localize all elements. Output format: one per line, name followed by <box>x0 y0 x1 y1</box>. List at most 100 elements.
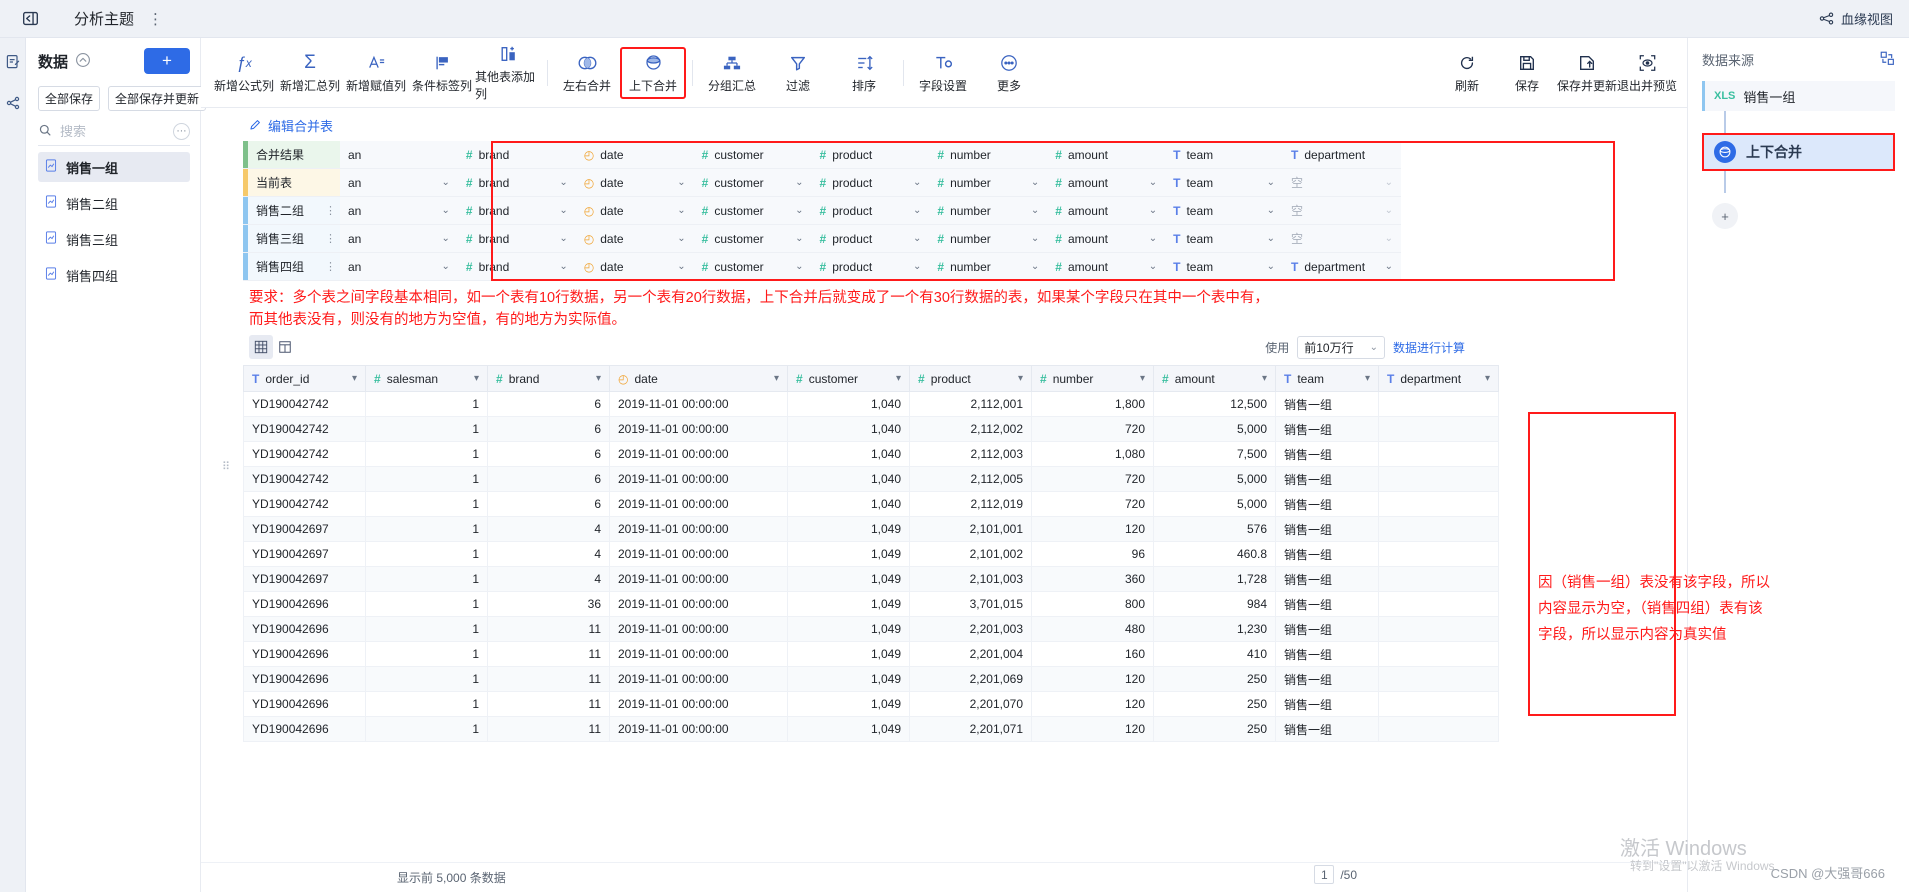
chevron-down-icon[interactable]: ▾ <box>774 373 779 384</box>
cell-product[interactable]: 2,201,070 <box>909 691 1032 717</box>
cell-product[interactable]: 2,112,019 <box>909 491 1032 517</box>
cell-team[interactable]: 销售一组 <box>1275 516 1379 542</box>
cell-product[interactable]: 2,112,002 <box>909 416 1032 442</box>
cell-amount[interactable]: 5,000 <box>1153 466 1276 492</box>
save-and-update-button[interactable]: 保存并更新 <box>1557 49 1617 97</box>
cell-department[interactable] <box>1378 666 1499 692</box>
tool-add-column-from-table[interactable]: 其他表添加列 <box>475 40 541 105</box>
chevron-down-icon[interactable]: ⌄ <box>1385 261 1393 272</box>
merge-cell-team[interactable]: Tteam <box>1165 141 1283 169</box>
collapse-up-icon[interactable] <box>75 52 91 71</box>
chevron-down-icon[interactable]: ⌄ <box>1149 261 1157 272</box>
merge-cell-number[interactable]: # number ⌄ <box>929 253 1048 281</box>
tool-new-formula-column[interactable]: ƒx 新增公式列 <box>211 49 277 97</box>
chevron-down-icon[interactable]: ⌄ <box>913 177 921 188</box>
cell-department[interactable] <box>1378 591 1499 617</box>
cell-department[interactable] <box>1378 441 1499 467</box>
cell-date[interactable]: 2019-11-01 00:00:00 <box>609 441 788 467</box>
cell-product[interactable]: 2,101,001 <box>909 516 1032 542</box>
column-header-number[interactable]: # number ▾ <box>1031 365 1154 392</box>
cell-amount[interactable]: 410 <box>1153 641 1276 667</box>
expand-graph-icon[interactable] <box>1880 51 1895 69</box>
cell-department[interactable] <box>1378 716 1499 742</box>
cell-order_id[interactable]: YD190042696 <box>243 616 366 642</box>
cell-department[interactable] <box>1378 416 1499 442</box>
cell-date[interactable]: 2019-11-01 00:00:00 <box>609 666 788 692</box>
cell-amount[interactable]: 250 <box>1153 716 1276 742</box>
cell-product[interactable]: 2,201,069 <box>909 666 1032 692</box>
tool-sort[interactable]: 排序 <box>831 49 897 97</box>
lineage-rail-icon[interactable] <box>5 95 21 114</box>
merge-cell-customer[interactable]: # customer <box>693 141 812 169</box>
cell-customer[interactable]: 1,049 <box>787 616 910 642</box>
cell-order_id[interactable]: YD190042696 <box>243 716 366 742</box>
merge-cell-product[interactable]: # product ⌄ <box>811 225 930 253</box>
cell-salesman[interactable]: 1 <box>365 616 488 642</box>
cell-product[interactable]: 3,701,015 <box>909 591 1032 617</box>
tool-new-assign-column[interactable]: 新增赋值列 <box>343 49 409 97</box>
cell-date[interactable]: 2019-11-01 00:00:00 <box>609 616 788 642</box>
cell-order_id[interactable]: YD190042696 <box>243 591 366 617</box>
cell-team[interactable]: 销售一组 <box>1275 641 1379 667</box>
cell-team[interactable]: 销售一组 <box>1275 416 1379 442</box>
dataset-item-sales-1[interactable]: 销售一组 <box>38 152 190 182</box>
cell-amount[interactable]: 5,000 <box>1153 491 1276 517</box>
merge-cell-salesman[interactable]: an ⌄ <box>340 225 458 253</box>
cell-amount[interactable]: 460.8 <box>1153 541 1276 567</box>
cell-brand[interactable]: 4 <box>487 566 610 592</box>
cell-order_id[interactable]: YD190042697 <box>243 541 366 567</box>
cell-salesman[interactable]: 1 <box>365 466 488 492</box>
save-all-update-button[interactable]: 全部保存并更新 <box>108 86 207 111</box>
cell-salesman[interactable]: 1 <box>365 416 488 442</box>
save-button[interactable]: 保存 <box>1497 49 1557 97</box>
merge-cell-team[interactable]: Tteam ⌄ <box>1165 225 1283 253</box>
chevron-down-icon[interactable]: ⌄ <box>441 177 449 188</box>
lineage-view-button[interactable]: 血缘视图 <box>1819 9 1893 28</box>
cell-amount[interactable]: 1,230 <box>1153 616 1276 642</box>
cell-product[interactable]: 2,112,005 <box>909 466 1032 492</box>
row-menu-icon[interactable]: ⋮ <box>325 232 336 245</box>
merge-cell-salesman[interactable]: an ⌄ <box>340 169 458 197</box>
chevron-down-icon[interactable]: ⌄ <box>1267 233 1275 244</box>
merge-cell-brand[interactable]: # brand ⌄ <box>457 197 576 225</box>
merge-cell-department[interactable]: 空 ⌄ <box>1283 169 1401 197</box>
cell-department[interactable] <box>1378 391 1499 417</box>
chevron-down-icon[interactable]: ⌄ <box>1267 205 1275 216</box>
cell-order_id[interactable]: YD190042742 <box>243 416 366 442</box>
chevron-down-icon[interactable]: ⌄ <box>1031 177 1039 188</box>
cell-customer[interactable]: 1,049 <box>787 566 910 592</box>
chevron-down-icon[interactable]: ⌄ <box>913 233 921 244</box>
chevron-down-icon[interactable]: ⌄ <box>913 205 921 216</box>
cell-brand[interactable]: 6 <box>487 466 610 492</box>
cell-salesman[interactable]: 1 <box>365 441 488 467</box>
tool-field-settings[interactable]: 字段设置 <box>910 49 976 97</box>
chevron-down-icon[interactable]: ⌄ <box>913 261 921 272</box>
cell-order_id[interactable]: YD190042742 <box>243 441 366 467</box>
cell-customer[interactable]: 1,049 <box>787 641 910 667</box>
cell-department[interactable] <box>1378 616 1499 642</box>
calculate-data-button[interactable]: 数据进行计算 <box>1393 339 1465 356</box>
cell-team[interactable]: 销售一组 <box>1275 716 1379 742</box>
column-view-icon[interactable] <box>273 335 297 359</box>
merge-cell-salesman[interactable]: an ⌄ <box>340 253 458 281</box>
row-menu-icon[interactable]: ⋮ <box>325 204 336 217</box>
cell-date[interactable]: 2019-11-01 00:00:00 <box>609 641 788 667</box>
refresh-button[interactable]: 刷新 <box>1437 49 1497 97</box>
cell-team[interactable]: 销售一组 <box>1275 691 1379 717</box>
cell-brand[interactable]: 6 <box>487 441 610 467</box>
cell-amount[interactable]: 984 <box>1153 591 1276 617</box>
cell-customer[interactable]: 1,040 <box>787 391 910 417</box>
column-header-date[interactable]: ◴ date ▾ <box>609 365 788 392</box>
cell-date[interactable]: 2019-11-01 00:00:00 <box>609 491 788 517</box>
cell-salesman[interactable]: 1 <box>365 391 488 417</box>
column-header-team[interactable]: Tteam ▾ <box>1275 365 1379 392</box>
chevron-down-icon[interactable]: ⌄ <box>559 261 567 272</box>
cell-team[interactable]: 销售一组 <box>1275 466 1379 492</box>
merge-cell-amount[interactable]: # amount ⌄ <box>1047 225 1166 253</box>
chevron-down-icon[interactable]: ▾ <box>474 373 479 384</box>
cell-department[interactable] <box>1378 691 1499 717</box>
merge-cell-date[interactable]: ◴ date ⌄ <box>575 225 694 253</box>
merge-cell-product[interactable]: # product <box>811 141 930 169</box>
merge-cell-date[interactable]: ◴ date ⌄ <box>575 197 694 225</box>
union-node[interactable]: 上下合并 <box>1704 135 1893 169</box>
